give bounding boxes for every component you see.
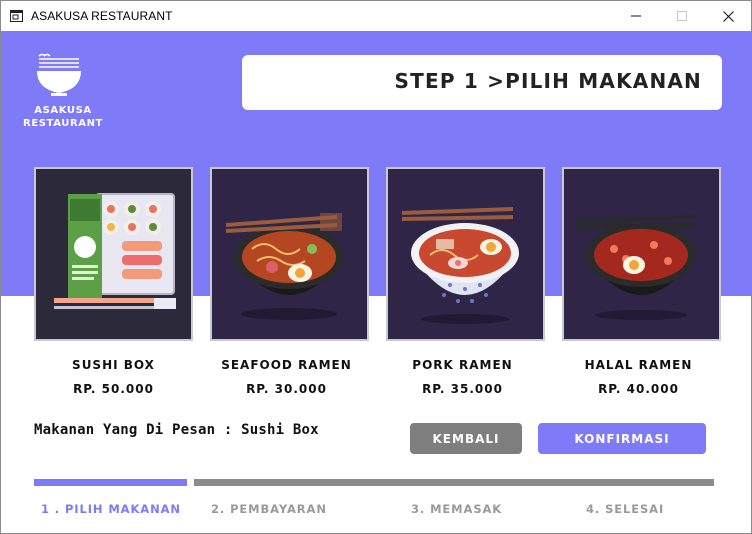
menu-price-seafood-ramen: RP. 30.000: [246, 382, 327, 396]
ramen-bowl-icon: [37, 53, 81, 96]
maximize-button[interactable]: [659, 1, 705, 31]
back-button[interactable]: KEMBALI: [410, 423, 522, 454]
minimize-button[interactable]: [613, 1, 659, 31]
main-window: ASAKUSA RESTAURANT STEP 1 >PILIH MAKANAN: [0, 31, 752, 534]
order-summary: Makanan Yang Di Pesan : Sushi Box: [34, 422, 319, 438]
app-window-icon: [10, 10, 23, 22]
seafood-ramen-image: [212, 169, 367, 339]
menu-name-halal-ramen: HALAL RAMEN: [584, 358, 693, 372]
menu-card-pork-ramen[interactable]: [386, 167, 545, 341]
brand-name-line2: RESTAURANT: [23, 118, 103, 129]
menu-card-sushi-box[interactable]: [34, 167, 193, 341]
confirm-button[interactable]: KONFIRMASI: [538, 423, 706, 454]
brand-name-line1: ASAKUSA: [34, 105, 92, 116]
order-value: Sushi Box: [241, 422, 319, 438]
step-label-selesai: 4. SELESAI: [586, 502, 665, 516]
progress-bar-remaining: [194, 479, 714, 486]
sushi-box-image: [36, 169, 191, 339]
maximize-icon: [677, 11, 687, 21]
step-label-pembayaran: 2. PEMBAYARAN: [211, 502, 327, 516]
brand-name: ASAKUSA RESTAURANT: [15, 104, 111, 130]
minimize-icon: [631, 15, 641, 17]
menu-name-pork-ramen: PORK RAMEN: [412, 358, 513, 372]
menu-price-pork-ramen: RP. 35.000: [422, 382, 503, 396]
menu-price-halal-ramen: RP. 40.000: [598, 382, 679, 396]
progress-bar-active: [34, 479, 187, 486]
menu-name-sushi-box: SUSHI BOX: [72, 358, 155, 372]
halal-ramen-image: [564, 169, 719, 339]
pork-ramen-image: [388, 169, 543, 339]
window-title: ASAKUSA RESTAURANT: [31, 9, 173, 23]
order-label: Makanan Yang Di Pesan :: [34, 422, 242, 438]
close-button[interactable]: [705, 1, 751, 31]
title-bar: ASAKUSA RESTAURANT: [0, 0, 752, 31]
close-icon: [722, 10, 734, 22]
step-label-pilih-makanan: 1 . PILIH MAKANAN: [41, 502, 181, 516]
step-label-memasak: 3. MEMASAK: [411, 502, 503, 516]
step-header: STEP 1 >PILIH MAKANAN: [242, 55, 722, 110]
menu-card-seafood-ramen[interactable]: [210, 167, 369, 341]
menu-card-halal-ramen[interactable]: [562, 167, 721, 341]
menu-name-seafood-ramen: SEAFOOD RAMEN: [221, 358, 352, 372]
step-title: STEP 1 >PILIH MAKANAN: [394, 69, 702, 93]
menu-price-sushi-box: RP. 50.000: [73, 382, 154, 396]
